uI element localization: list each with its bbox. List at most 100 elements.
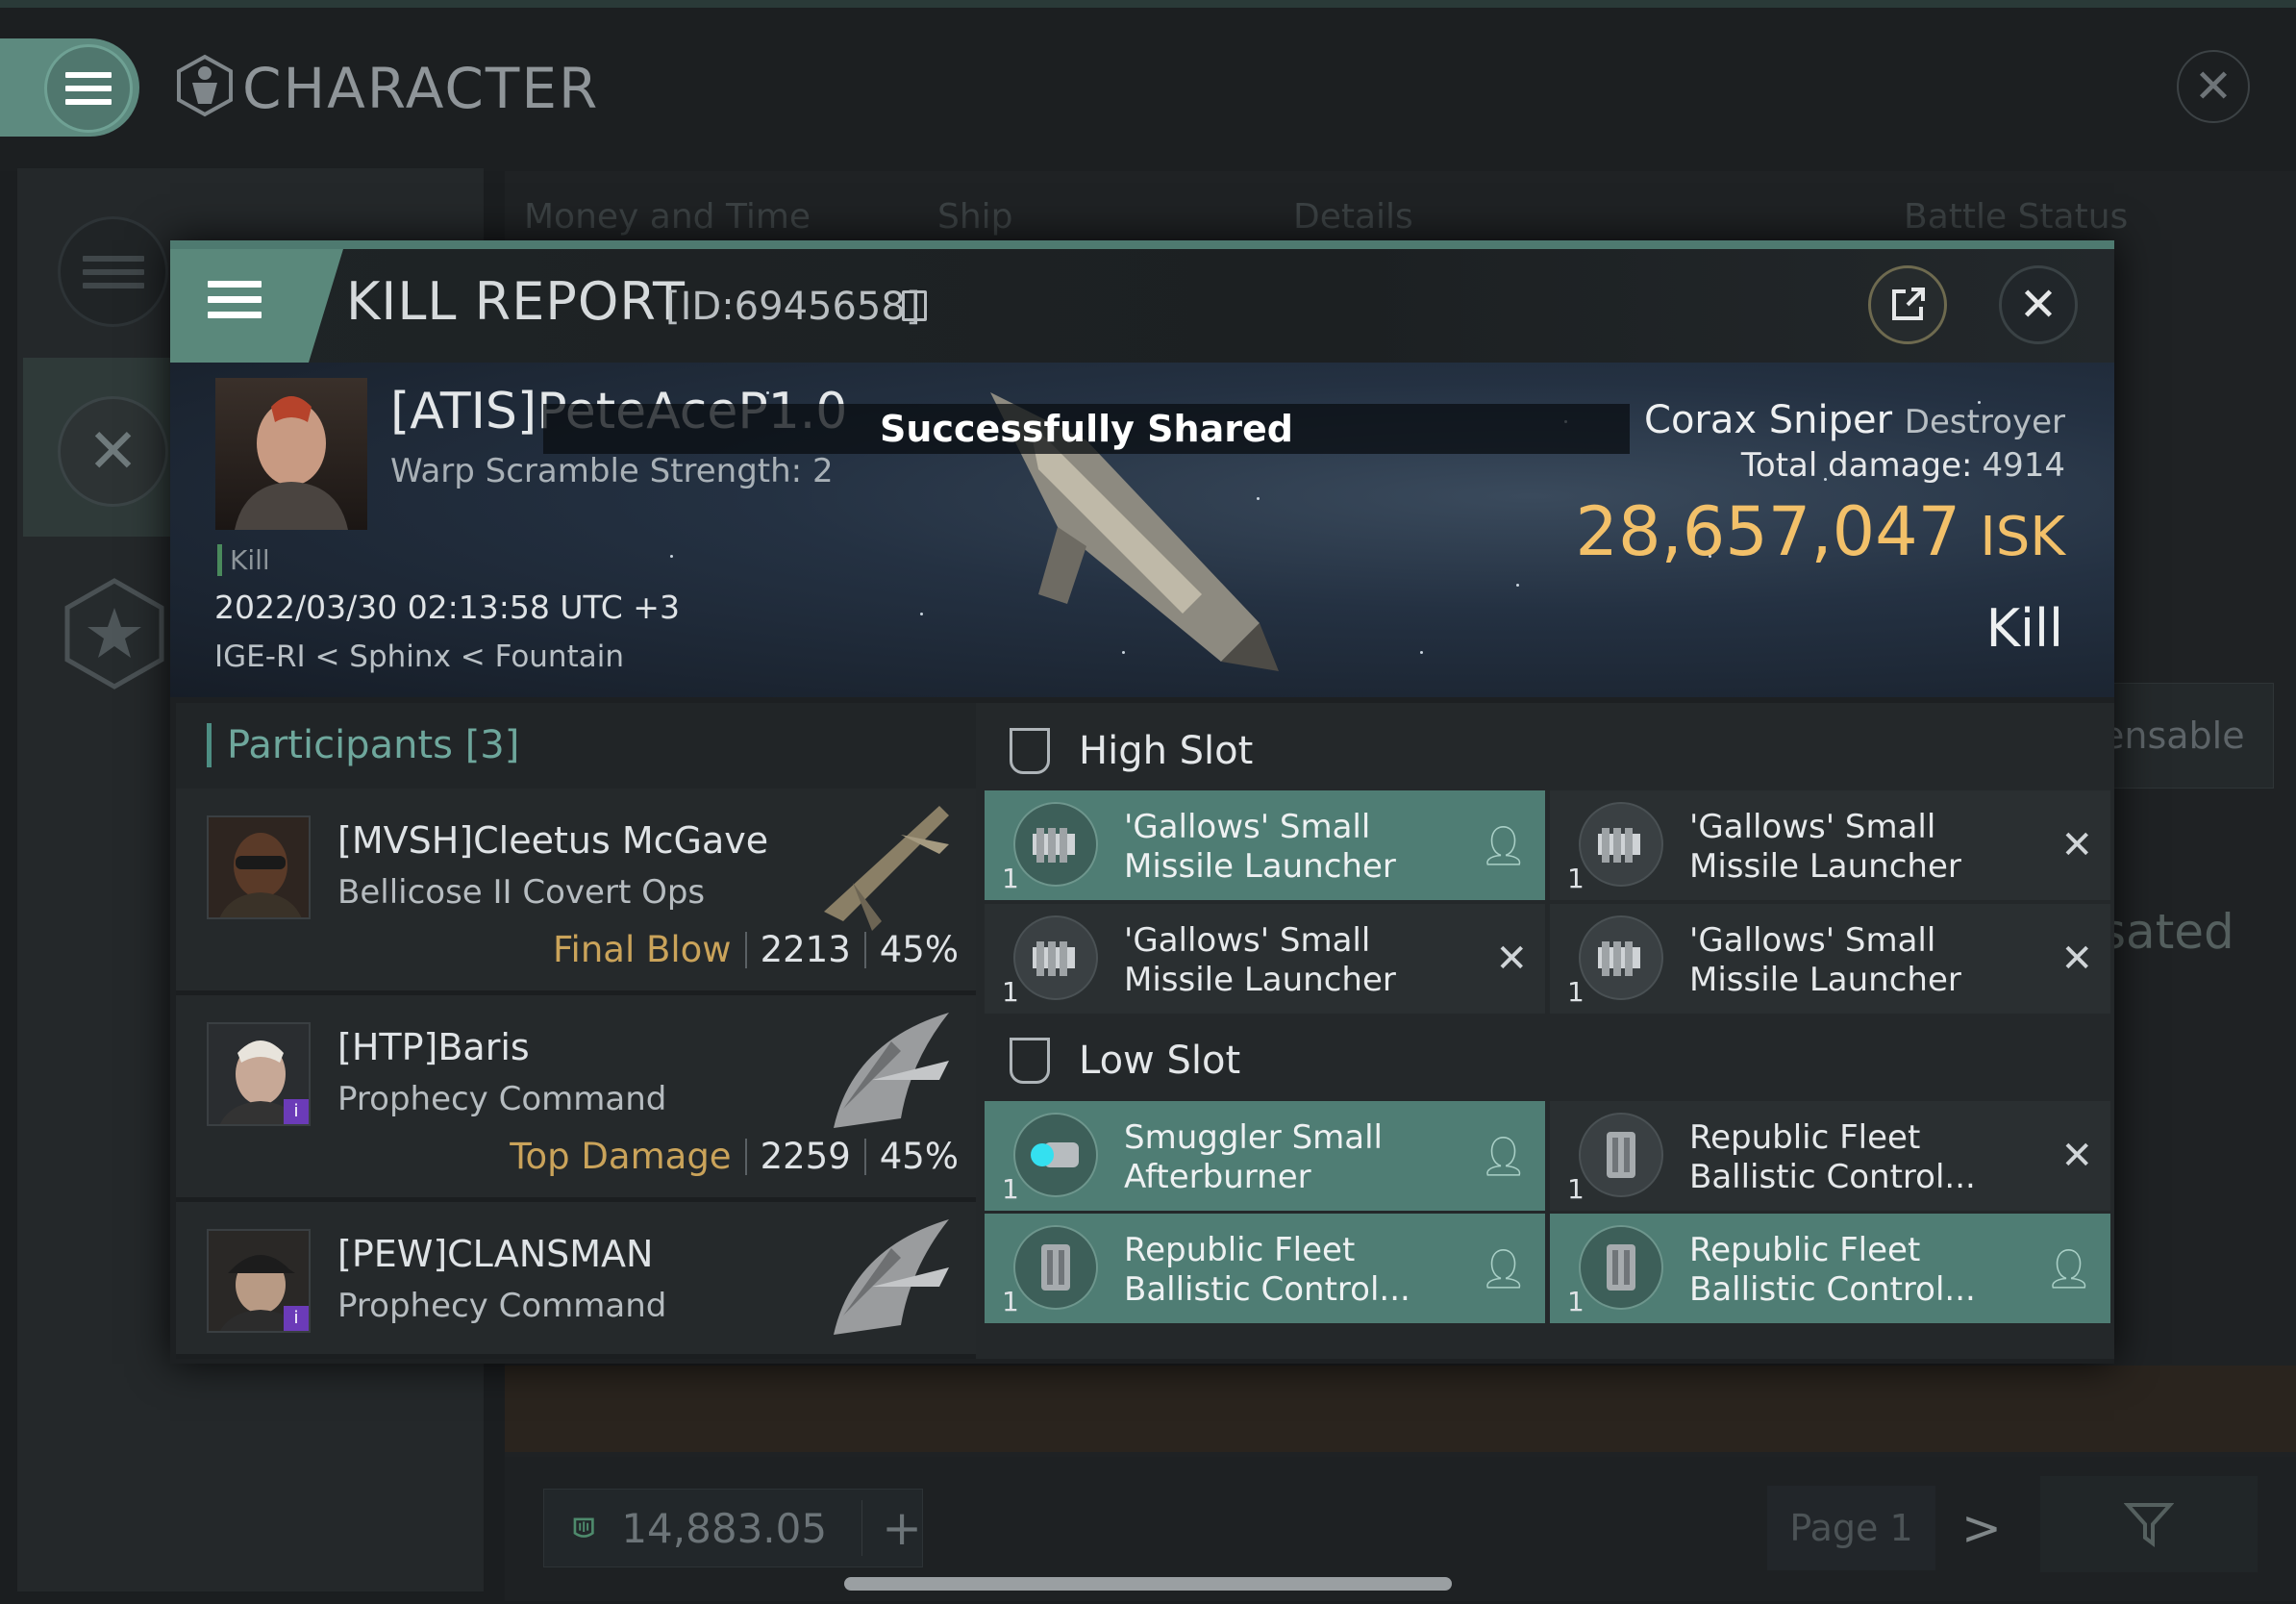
module-qty: 1 — [1567, 1286, 1585, 1317]
bg-side-text: sated — [2101, 904, 2234, 960]
total-damage: Total damage: 4914 — [1538, 446, 2065, 485]
bg-side-button[interactable]: ensable — [2101, 683, 2274, 789]
high-slot-header: High Slot — [976, 705, 2114, 796]
wallet-add-button[interactable]: + — [861, 1500, 922, 1556]
wallet-value: 14,883.05 — [621, 1504, 828, 1552]
rail-star-icon[interactable] — [58, 577, 171, 690]
module-name: Republic Fleet Ballistic Control... — [1689, 1231, 1976, 1309]
total-damage-value: 4914 — [1982, 446, 2065, 485]
participant-name: [PEW]CLANSMAN — [337, 1233, 654, 1275]
victim-ship-class: Destroyer — [1904, 403, 2065, 441]
module-qty: 1 — [1002, 1173, 1019, 1205]
top-edge — [0, 0, 2296, 8]
person-icon: 👤︎ — [2044, 1247, 2093, 1291]
app-close-button[interactable]: ✕ — [2177, 50, 2250, 123]
bg-tab[interactable]: Details — [1293, 197, 1413, 237]
modal-menu-button[interactable] — [208, 272, 262, 327]
module-qty: 1 — [1567, 863, 1585, 894]
module-item[interactable]: 1 'Gallows' Small Missile Launcher ✕ — [985, 904, 1545, 1014]
next-page-button[interactable]: > — [1961, 1500, 2002, 1556]
participant-portrait — [207, 815, 311, 919]
copy-icon[interactable] — [902, 290, 927, 321]
module-qty: 1 — [1567, 1173, 1585, 1205]
modal-accent-line — [170, 240, 2114, 249]
final-blow-label: Final Blow — [552, 929, 732, 970]
participant-ship-image — [834, 1219, 949, 1335]
module-qty: 1 — [1002, 1286, 1019, 1317]
bg-tab[interactable]: Ship — [937, 197, 1013, 237]
bg-tab[interactable]: Money and Time — [524, 197, 811, 237]
isk-value: 28,657,047 ISK — [1442, 492, 2065, 571]
destroyed-x-icon: ✕ — [1495, 937, 1528, 981]
participant-stats: Final Blow 2213 45% — [553, 929, 959, 970]
modal-close-button[interactable]: ✕ — [1999, 265, 2078, 344]
missile-launcher-icon — [1013, 915, 1098, 1000]
participant-pct: 45% — [879, 1136, 959, 1177]
person-icon: 👤︎ — [1479, 1135, 1528, 1179]
ballistic-control-icon — [1013, 1225, 1098, 1310]
module-name: 'Gallows' Small Missile Launcher — [1689, 808, 1961, 886]
verified-badge-icon: i — [284, 1306, 309, 1331]
scroll-indicator[interactable] — [844, 1577, 1452, 1591]
participant-name: [HTP]Baris — [337, 1026, 530, 1068]
victim-ship-name: Corax Sniper — [1644, 398, 1893, 442]
participants-count: [3] — [464, 723, 520, 767]
external-link-icon — [1892, 288, 1925, 320]
page-indicator: Page 1 — [1767, 1486, 1935, 1570]
participant-portrait: i — [207, 1229, 311, 1333]
participant-ship-image — [834, 1013, 949, 1128]
module-qty: 1 — [1002, 976, 1019, 1008]
participant-stats: Top Damage 2259 45% — [510, 1136, 959, 1177]
bg-strip — [505, 1366, 2296, 1452]
destroyed-x-icon: ✕ — [2060, 937, 2093, 981]
bg-tab[interactable]: Battle Status — [1904, 197, 2128, 237]
missile-launcher-icon — [1579, 915, 1663, 1000]
module-item[interactable]: 1 Smuggler Small Afterburner 👤︎ — [985, 1101, 1545, 1211]
victim-portrait[interactable] — [215, 378, 367, 530]
filter-icon[interactable] — [2040, 1476, 2258, 1572]
participant-row[interactable]: [MVSH]Cleetus McGave Bellicose II Covert… — [176, 789, 976, 995]
character-icon — [177, 54, 233, 117]
participant-ship: Prophecy Command — [337, 1287, 667, 1325]
low-slot-header: Low Slot — [976, 1015, 2114, 1106]
high-slot-icon — [1010, 727, 1050, 774]
missile-launcher-icon — [1013, 802, 1098, 887]
afterburner-icon — [1013, 1113, 1098, 1197]
module-qty: 1 — [1002, 863, 1019, 894]
low-slot-title: Low Slot — [1079, 1038, 1241, 1083]
low-slot-icon — [1010, 1037, 1050, 1084]
module-item[interactable]: 1 Republic Fleet Ballistic Control... 👤︎ — [985, 1214, 1545, 1323]
missile-launcher-icon — [1579, 802, 1663, 887]
participant-row[interactable]: i [PEW]CLANSMAN Prophecy Command — [176, 1202, 976, 1359]
kill-tag: Kill — [217, 544, 270, 576]
module-name: Smuggler Small Afterburner — [1124, 1118, 1383, 1196]
main-menu-button[interactable] — [44, 44, 133, 133]
participants-title: Participants [3] — [207, 723, 519, 767]
top-damage-label: Top Damage — [510, 1136, 732, 1177]
kill-location[interactable]: IGE-RI < Sphinx < Fountain — [214, 639, 624, 674]
isk-unit: ISK — [1980, 506, 2065, 568]
rail-combat-icon[interactable]: ✕ — [58, 396, 168, 507]
wallet-display: 14,883.05 + — [543, 1489, 923, 1567]
background-tabs: Money and Time Ship Details Battle Statu… — [524, 197, 2274, 245]
participants-label: Participants — [227, 723, 453, 767]
module-item[interactable]: 1 'Gallows' Small Missile Launcher 👤︎ — [985, 790, 1545, 900]
total-damage-label: Total damage: — [1740, 446, 1973, 485]
share-button[interactable] — [1868, 265, 1947, 344]
module-name: 'Gallows' Small Missile Launcher — [1124, 808, 1396, 886]
module-item[interactable]: 1 'Gallows' Small Missile Launcher ✕ — [1550, 790, 2110, 900]
kill-date: 2022/03/30 02:13:58 UTC +3 — [214, 589, 680, 626]
kill-report-id: [ID:6945658] — [665, 285, 921, 329]
isk-amount: 28,657,047 — [1575, 492, 1961, 571]
destroyed-x-icon: ✕ — [2060, 823, 2093, 867]
rail-list-icon[interactable] — [58, 216, 168, 327]
participant-row[interactable]: i [HTP]Baris Prophecy Command Top Damage… — [176, 995, 976, 1202]
verified-badge-icon: i — [284, 1099, 309, 1124]
module-name: Republic Fleet Ballistic Control... — [1689, 1118, 1976, 1196]
ballistic-control-icon — [1579, 1225, 1663, 1310]
module-item[interactable]: 1 Republic Fleet Ballistic Control... ✕ — [1550, 1101, 2110, 1211]
module-item[interactable]: 1 Republic Fleet Ballistic Control... 👤︎ — [1550, 1214, 2110, 1323]
victim-ship[interactable]: Corax Sniper Destroyer — [1538, 398, 2065, 442]
module-item[interactable]: 1 'Gallows' Small Missile Launcher ✕ — [1550, 904, 2110, 1014]
person-icon: 👤︎ — [1479, 824, 1528, 868]
